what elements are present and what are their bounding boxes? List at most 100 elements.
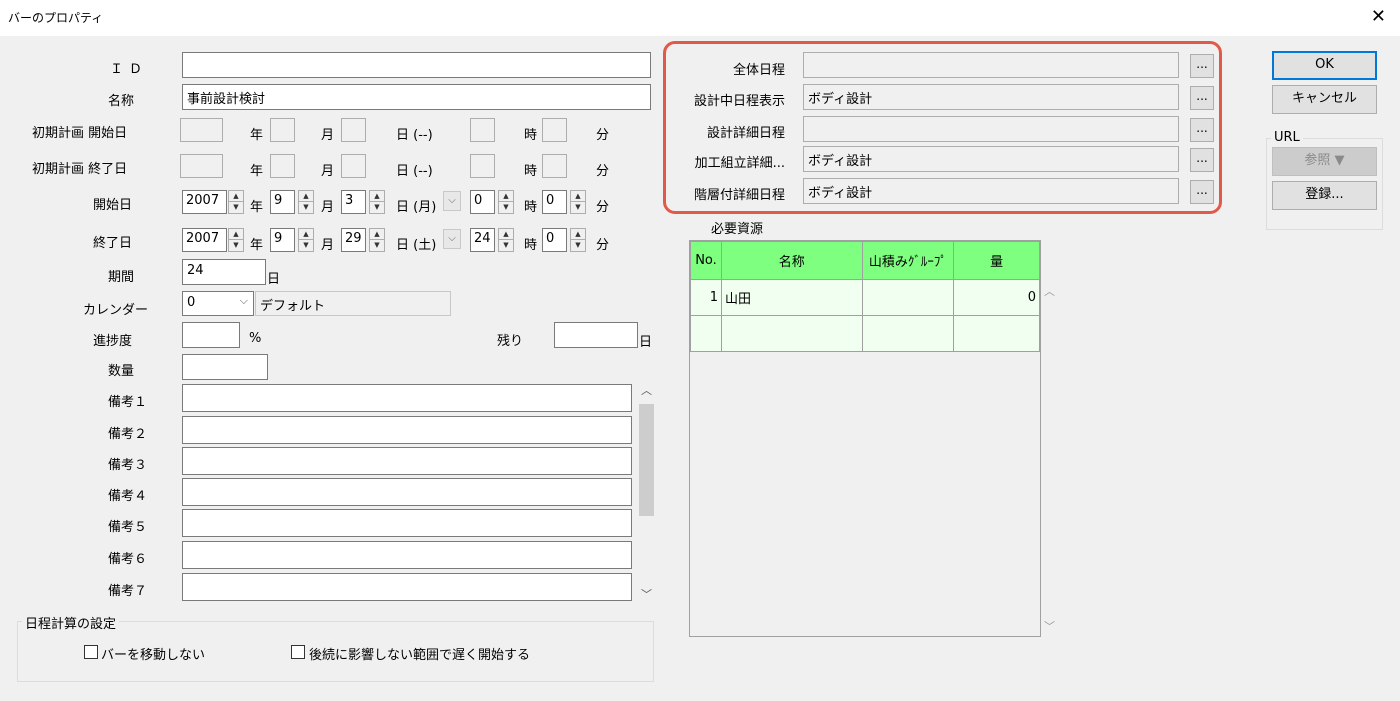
browse-button[interactable]: 参照 ▼ [1272,147,1377,176]
end-minute-spinner[interactable]: ▲ ▼ [570,228,586,252]
start-year-input[interactable]: 2007 [182,190,227,214]
note-input[interactable] [182,384,632,412]
schedule-browse-button[interactable]: ... [1190,148,1214,172]
close-icon[interactable]: ✕ [1371,6,1386,27]
end-hour-input[interactable]: 24 [470,228,495,252]
schedule-field: ボディ設計 [803,146,1179,172]
table-row[interactable] [690,315,1040,352]
note-input[interactable] [182,541,632,569]
spin-down-icon[interactable]: ▼ [499,240,513,251]
start-year-spinner[interactable]: ▲ ▼ [228,190,244,214]
schedule-browse-button[interactable]: ... [1190,86,1214,110]
quantity-input[interactable] [182,354,268,380]
chevron-down-icon[interactable]: ﹀ [638,586,655,602]
end-year-spinner[interactable]: ▲ ▼ [228,228,244,252]
cell-qty[interactable] [953,315,1040,352]
spin-down-icon[interactable]: ▼ [229,240,243,251]
end-hour-spinner[interactable]: ▲ ▼ [498,228,514,252]
spin-up-icon[interactable]: ▲ [299,191,313,202]
cell-qty[interactable]: 0 [953,279,1040,316]
spin-up-icon[interactable]: ▲ [229,229,243,240]
schedule-browse-button[interactable]: ... [1190,54,1214,78]
id-input[interactable] [182,52,651,78]
start-hour-spinner[interactable]: ▲ ▼ [498,190,514,214]
col-header-qty[interactable]: 量 [953,241,1040,280]
cell-no[interactable]: 1 [690,279,722,316]
duration-input[interactable]: 24 [182,259,266,285]
spin-up-icon[interactable]: ▲ [370,229,384,240]
cell-group[interactable] [861,279,955,316]
plan-start-day-input [341,118,366,142]
plan-start-minute-input [542,118,567,142]
spin-down-icon[interactable]: ▼ [299,240,313,251]
register-button[interactable]: 登録... [1272,181,1377,210]
end-day-spinner[interactable]: ▲ ▼ [369,228,385,252]
end-day-input[interactable]: 29 [341,228,366,252]
spin-down-icon[interactable]: ▼ [229,202,243,213]
progress-input[interactable] [182,322,240,348]
cancel-button[interactable]: キャンセル [1272,85,1377,114]
note-input[interactable] [182,573,632,601]
calendar-value: 0 [187,295,196,310]
plan-start-label: 初期計画 開始日 [32,126,128,141]
start-day-input[interactable]: 3 [341,190,366,214]
chevron-up-icon[interactable]: ︿ [638,384,655,398]
note-input[interactable] [182,447,632,475]
spin-down-icon[interactable]: ▼ [571,202,585,213]
start-minute-input[interactable]: 0 [542,190,567,214]
late-start-checkbox[interactable] [291,645,305,659]
spin-up-icon[interactable]: ▲ [370,191,384,202]
start-hour-input[interactable]: 0 [470,190,495,214]
spin-up-icon[interactable]: ▲ [571,191,585,202]
end-month-spinner[interactable]: ▲ ▼ [298,228,314,252]
note-input[interactable] [182,478,632,506]
spin-down-icon[interactable]: ▼ [499,202,513,213]
start-month-spinner[interactable]: ▲ ▼ [298,190,314,214]
cell-name[interactable]: 山田 [720,279,863,316]
spin-up-icon[interactable]: ▲ [229,191,243,202]
notes-scroll-thumb[interactable] [639,404,654,516]
spin-down-icon[interactable]: ▼ [299,202,313,213]
end-minute-input[interactable]: 0 [542,228,567,252]
start-day-dropdown-icon[interactable]: ⌵ [443,191,461,211]
calendar-select[interactable]: 0 ⌵ [182,291,254,316]
spin-down-icon[interactable]: ▼ [571,240,585,251]
start-minute-spinner[interactable]: ▲ ▼ [570,190,586,214]
spin-up-icon[interactable]: ▲ [299,229,313,240]
no-move-checkbox[interactable] [84,645,98,659]
ok-button[interactable]: OK [1272,51,1377,80]
end-day-dropdown-icon[interactable]: ⌵ [443,229,461,249]
name-input[interactable]: 事前設計検討 [182,84,651,110]
end-year-input[interactable]: 2007 [182,228,227,252]
plan-start-year-input [180,118,223,142]
plan-end-minute-input [542,154,567,178]
plan-start-month-input [270,118,295,142]
col-header-name[interactable]: 名称 [720,241,863,280]
note-input[interactable] [182,416,632,444]
col-header-no[interactable]: No. [690,241,722,280]
calendar-label: カレンダー [83,303,149,318]
spin-up-icon[interactable]: ▲ [571,229,585,240]
notes-scrollbar[interactable]: ︿ ﹀ [638,384,655,604]
end-month-input[interactable]: 9 [270,228,295,252]
end-hour-unit: 時 [524,238,538,253]
plan-end-day-unit: 日 (--) [396,164,433,179]
schedule-browse-button[interactable]: ... [1190,118,1214,142]
spin-up-icon[interactable]: ▲ [499,191,513,202]
spin-up-icon[interactable]: ▲ [499,229,513,240]
cell-name[interactable] [720,315,863,352]
start-day-spinner[interactable]: ▲ ▼ [369,190,385,214]
table-row[interactable]: 1 山田 0 [690,279,1040,316]
cell-no[interactable] [690,315,722,352]
cell-group[interactable] [861,315,955,352]
start-month-input[interactable]: 9 [270,190,295,214]
remaining-input[interactable] [554,322,638,348]
spin-down-icon[interactable]: ▼ [370,202,384,213]
chevron-down-icon[interactable]: ﹀ [1044,618,1055,634]
chevron-up-icon[interactable]: ︿ [1044,283,1055,299]
schedule-browse-button[interactable]: ... [1190,180,1214,204]
spin-down-icon[interactable]: ▼ [370,240,384,251]
col-header-group[interactable]: 山積みｸﾞﾙｰﾌﾟ [861,241,955,280]
note-input[interactable] [182,509,632,537]
schedule-label: 全体日程 [732,63,785,78]
